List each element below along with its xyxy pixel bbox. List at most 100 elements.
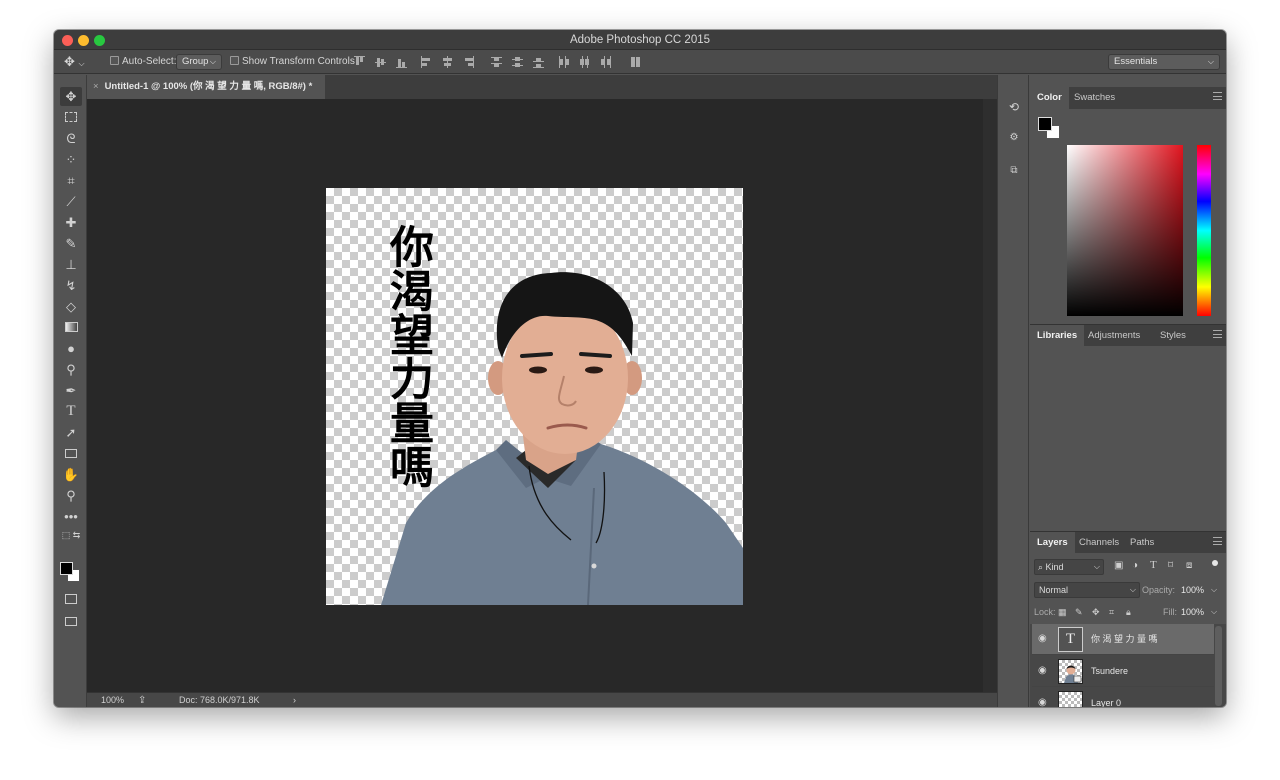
- edit-toolbar-icon[interactable]: •••: [60, 507, 82, 526]
- visibility-eye-icon[interactable]: ◉: [1038, 633, 1050, 645]
- pen-tool-icon[interactable]: ✒: [60, 381, 82, 400]
- distribute-left-icon[interactable]: [558, 56, 569, 68]
- path-selection-tool-icon[interactable]: ➚: [60, 423, 82, 442]
- properties-panel-icon[interactable]: ⚙: [1004, 128, 1024, 148]
- auto-select-value: Group: [182, 56, 209, 67]
- zoom-level[interactable]: 100%: [101, 693, 124, 707]
- tab-libraries[interactable]: Libraries: [1030, 325, 1085, 347]
- fill-dropdown-icon[interactable]: ⌵: [1211, 604, 1217, 620]
- blur-tool-icon[interactable]: ●: [60, 339, 82, 358]
- lock-transparent-icon[interactable]: ▦: [1058, 604, 1067, 620]
- lock-all-icon[interactable]: 🔒︎: [1126, 604, 1131, 620]
- tab-paths[interactable]: Paths: [1123, 532, 1161, 554]
- color-picker-field[interactable]: [1067, 145, 1183, 316]
- blend-mode-dropdown[interactable]: Normal ⌵: [1034, 582, 1140, 598]
- close-window-button[interactable]: [62, 35, 73, 46]
- filter-shape-icon[interactable]: ⌑: [1168, 560, 1173, 571]
- clone-stamp-tool-icon[interactable]: ⊥: [60, 255, 82, 274]
- align-top-icon[interactable]: [354, 56, 365, 68]
- tab-channels[interactable]: Channels: [1072, 532, 1126, 554]
- tab-layers[interactable]: Layers: [1030, 532, 1075, 554]
- gradient-tool-icon[interactable]: [60, 318, 82, 337]
- lock-position-icon[interactable]: ✥: [1092, 604, 1100, 620]
- close-tab-icon[interactable]: ×: [93, 81, 99, 92]
- auto-select-dropdown[interactable]: Group ⌵: [176, 54, 222, 70]
- lock-artboard-icon[interactable]: ⌗: [1109, 604, 1114, 620]
- distribute-right-icon[interactable]: [600, 56, 611, 68]
- hand-tool-icon[interactable]: ✋: [60, 465, 82, 484]
- lasso-tool-icon[interactable]: ᘓ: [60, 129, 82, 148]
- document-tab-bar: × Untitled-1 @ 100% (你 渴 望 力 量 嗎, RGB/8#)…: [87, 75, 997, 99]
- distribute-vcenter-icon[interactable]: [512, 56, 523, 68]
- opacity-value[interactable]: 100%: [1181, 582, 1204, 598]
- crop-tool-icon[interactable]: ⌗: [60, 171, 82, 190]
- layers-panel-menu-icon[interactable]: [1213, 537, 1222, 545]
- dodge-tool-icon[interactable]: ⚲: [60, 360, 82, 379]
- vertical-scrollbar[interactable]: [983, 99, 997, 692]
- quick-selection-tool-icon[interactable]: ⁘: [60, 150, 82, 169]
- distribute-top-icon[interactable]: [491, 56, 502, 68]
- libraries-panel-menu-icon[interactable]: [1213, 330, 1222, 338]
- move-tool-preset-icon[interactable]: ✥ ⌵: [64, 50, 85, 74]
- filter-type-icon[interactable]: T: [1150, 559, 1157, 571]
- lock-image-icon[interactable]: ✎: [1075, 604, 1083, 620]
- align-right-icon[interactable]: [463, 56, 474, 68]
- align-bottom-icon[interactable]: [396, 56, 407, 68]
- move-tool-icon[interactable]: ✥: [60, 87, 82, 106]
- filter-smart-object-icon[interactable]: ⧈: [1186, 560, 1192, 571]
- share-icon[interactable]: ⇪: [138, 693, 146, 707]
- tab-adjustments[interactable]: Adjustments: [1081, 325, 1147, 347]
- workspace-switcher[interactable]: Essentials ⌵: [1108, 54, 1220, 70]
- tab-swatches[interactable]: Swatches: [1067, 87, 1122, 109]
- image-canvas[interactable]: 你渴望力量嗎: [326, 188, 743, 605]
- foreground-color-swatch[interactable]: [60, 562, 73, 575]
- distribute-bottom-icon[interactable]: [533, 56, 544, 68]
- opacity-dropdown-icon[interactable]: ⌵: [1211, 582, 1217, 598]
- layer-row-tsundere[interactable]: ◉ Tsundere: [1032, 656, 1214, 687]
- quick-mask-icon[interactable]: [60, 590, 82, 609]
- zoom-tool-icon[interactable]: ⚲: [60, 486, 82, 505]
- type-tool-icon[interactable]: T: [60, 402, 82, 421]
- filter-toggle-icon[interactable]: [1212, 560, 1218, 566]
- visibility-eye-icon[interactable]: ◉: [1038, 665, 1050, 677]
- layer-row-text[interactable]: ◉ T 你 渴 望 力 量 嗎: [1032, 624, 1214, 655]
- eraser-tool-icon[interactable]: ◇: [60, 297, 82, 316]
- align-left-icon[interactable]: [421, 56, 432, 68]
- auto-align-layers-icon[interactable]: [630, 56, 641, 68]
- tab-color[interactable]: Color: [1030, 87, 1069, 109]
- filter-pixel-icon[interactable]: ▣: [1114, 560, 1123, 571]
- swap-colors-icon[interactable]: ⬚ ⇆: [60, 526, 82, 545]
- healing-brush-tool-icon[interactable]: ✚: [60, 213, 82, 232]
- history-panel-icon[interactable]: ⟲: [1004, 97, 1024, 117]
- history-brush-tool-icon[interactable]: ↯: [60, 276, 82, 295]
- rectangle-tool-icon[interactable]: [60, 444, 82, 463]
- distribute-hcenter-icon[interactable]: [579, 56, 590, 68]
- filter-adjustment-icon[interactable]: ◑: [1132, 560, 1138, 571]
- hue-slider[interactable]: [1197, 145, 1211, 316]
- fill-value[interactable]: 100%: [1181, 604, 1204, 620]
- info-panel-icon[interactable]: ⧉: [1004, 161, 1024, 181]
- show-transform-checkbox[interactable]: Show Transform Controls: [230, 50, 355, 74]
- align-hcenter-icon[interactable]: [442, 56, 453, 68]
- layer-filter-dropdown[interactable]: ⌕ Kind ⌵: [1034, 559, 1104, 575]
- color-panel-menu-icon[interactable]: [1213, 92, 1222, 100]
- auto-select-checkbox[interactable]: Auto-Select:: [110, 50, 176, 74]
- document-tab[interactable]: × Untitled-1 @ 100% (你 渴 望 力 量 嗎, RGB/8#)…: [87, 75, 325, 99]
- color-foreground-swatch[interactable]: [1038, 117, 1052, 131]
- show-transform-label: Show Transform Controls: [242, 56, 355, 67]
- marquee-tool-icon[interactable]: [60, 108, 82, 127]
- tab-styles[interactable]: Styles: [1153, 325, 1193, 347]
- visibility-eye-icon[interactable]: ◉: [1038, 697, 1050, 707]
- options-bar: ✥ ⌵ Auto-Select: Group ⌵ Show Transform …: [54, 50, 1226, 74]
- screen-mode-icon[interactable]: [60, 612, 82, 631]
- minimize-window-button[interactable]: [78, 35, 89, 46]
- layers-scrollbar[interactable]: [1215, 626, 1222, 706]
- align-vcenter-icon[interactable]: [375, 56, 386, 68]
- layers-panel-tabs: Layers Channels Paths: [1030, 531, 1226, 554]
- zoom-window-button[interactable]: [94, 35, 105, 46]
- brush-tool-icon[interactable]: ✎: [60, 234, 82, 253]
- opacity-label: Opacity:: [1142, 585, 1176, 595]
- status-menu-arrow-icon[interactable]: ›: [293, 693, 296, 707]
- layer-row-layer0[interactable]: ◉ Layer 0: [1032, 688, 1214, 707]
- eyedropper-tool-icon[interactable]: ⟋: [60, 192, 82, 211]
